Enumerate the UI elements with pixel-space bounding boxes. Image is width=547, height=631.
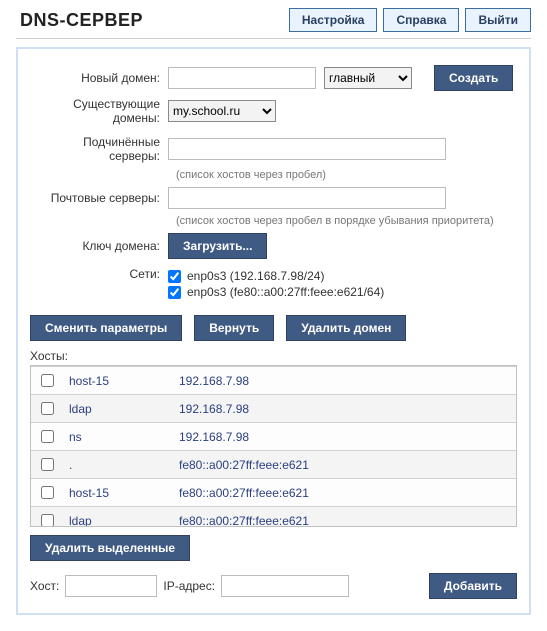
existing-label: Существующие домены: [30, 97, 168, 125]
delete-selected-button[interactable]: Удалить выделенные [30, 535, 190, 561]
net-checkbox-1[interactable] [168, 286, 181, 299]
settings-button[interactable]: Настройка [289, 8, 378, 32]
table-row: host-15192.168.7.98 [31, 367, 516, 395]
table-row: .fe80::a00:27ff:feee:e621 [31, 451, 516, 479]
host-cell: host-15 [63, 367, 173, 395]
ip-cell: 192.168.7.98 [173, 367, 516, 395]
slaves-label: Подчинённые серверы: [30, 135, 168, 163]
ip-add-input[interactable] [221, 575, 349, 597]
change-params-button[interactable]: Сменить параметры [30, 315, 182, 341]
ip-cell: fe80::a00:27ff:feee:e621 [173, 507, 516, 528]
add-button[interactable]: Добавить [429, 573, 517, 599]
host-cell: . [63, 451, 173, 479]
host-cell: ldap [63, 507, 173, 528]
help-button[interactable]: Справка [383, 8, 459, 32]
host-row-checkbox[interactable] [41, 402, 54, 415]
main-panel: Новый домен: главный Создать Существующи… [16, 47, 531, 615]
ip-cell: 192.168.7.98 [173, 423, 516, 451]
table-row: ldap192.168.7.98 [31, 395, 516, 423]
key-label: Ключ домена: [30, 239, 168, 253]
slave-servers-input[interactable] [168, 138, 446, 160]
table-row: ldapfe80::a00:27ff:feee:e621 [31, 507, 516, 528]
net-label-1: enp0s3 (fe80::a00:27ff:feee:e621/64) [187, 285, 384, 299]
host-cell: host-15 [63, 479, 173, 507]
nets-list: enp0s3 (192.168.7.98/24) enp0s3 (fe80::a… [168, 267, 384, 301]
delete-domain-button[interactable]: Удалить домен [286, 315, 406, 341]
create-button[interactable]: Создать [434, 65, 513, 91]
host-add-input[interactable] [65, 575, 157, 597]
ip-cell: fe80::a00:27ff:feee:e621 [173, 451, 516, 479]
hosts-label: Хосты: [30, 349, 517, 363]
table-row: ns192.168.7.98 [31, 423, 516, 451]
net-label-0: enp0s3 (192.168.7.98/24) [187, 269, 324, 283]
logout-button[interactable]: Выйти [465, 8, 531, 32]
mail-label: Почтовые серверы: [30, 191, 168, 205]
ip-add-label: IP-адрес: [163, 579, 215, 593]
existing-domains-select[interactable]: my.school.ru [168, 100, 276, 122]
revert-button[interactable]: Вернуть [194, 315, 274, 341]
net-checkbox-0[interactable] [168, 270, 181, 283]
nets-label: Сети: [30, 267, 168, 281]
domain-type-select[interactable]: главный [324, 67, 412, 89]
host-row-checkbox[interactable] [41, 374, 54, 387]
host-add-label: Хост: [30, 579, 59, 593]
host-cell: ns [63, 423, 173, 451]
newdomain-label: Новый домен: [30, 71, 168, 85]
newdomain-input[interactable] [168, 67, 316, 89]
slaves-hint: (список хостов через пробел) [176, 169, 517, 181]
hosts-table: host-15192.168.7.98ldap192.168.7.98ns192… [31, 366, 516, 527]
hosts-table-wrap[interactable]: host-15192.168.7.98ldap192.168.7.98ns192… [30, 365, 517, 527]
ip-cell: 192.168.7.98 [173, 395, 516, 423]
host-row-checkbox[interactable] [41, 486, 54, 499]
page-title: DNS-СЕРВЕР [20, 10, 143, 31]
host-row-checkbox[interactable] [41, 514, 54, 527]
host-cell: ldap [63, 395, 173, 423]
ip-cell: fe80::a00:27ff:feee:e621 [173, 479, 516, 507]
mail-servers-input[interactable] [168, 187, 446, 209]
host-row-checkbox[interactable] [41, 430, 54, 443]
host-row-checkbox[interactable] [41, 458, 54, 471]
mail-hint: (список хостов через пробел в порядке уб… [176, 215, 517, 227]
upload-button[interactable]: Загрузить... [168, 233, 267, 259]
top-buttons: Настройка Справка Выйти [289, 8, 531, 32]
table-row: host-15fe80::a00:27ff:feee:e621 [31, 479, 516, 507]
